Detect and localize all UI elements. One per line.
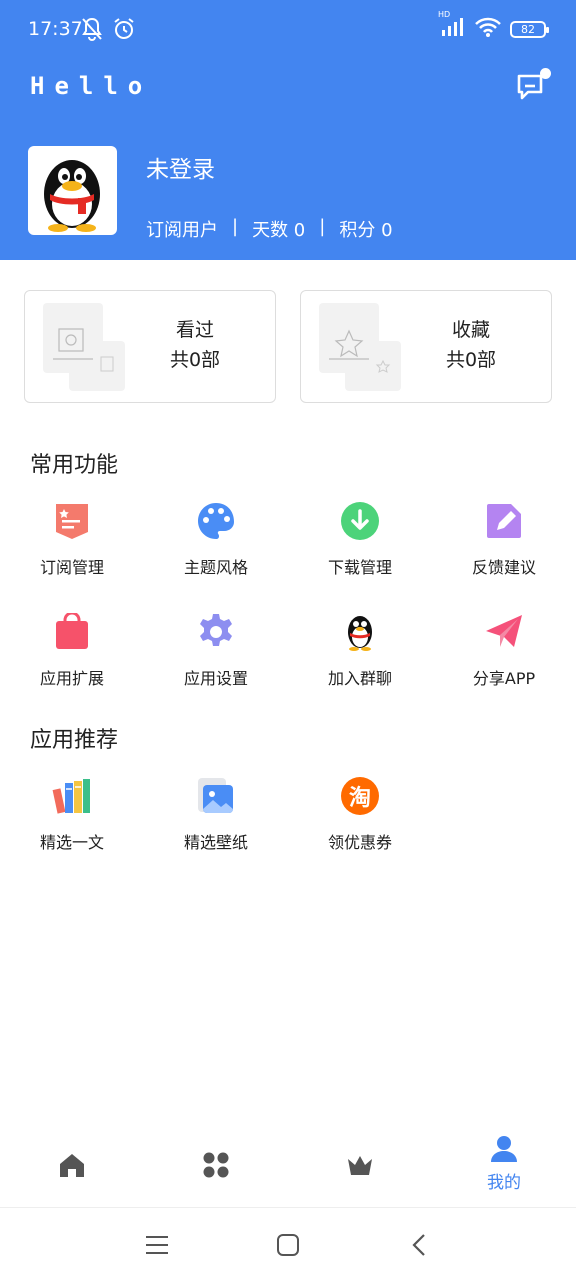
user-name[interactable]: 未登录 xyxy=(146,150,215,184)
card-title: 看过 xyxy=(175,319,214,341)
mute-icon xyxy=(80,16,104,46)
subscription-manage-button[interactable]: 订阅管理 xyxy=(22,500,122,578)
menu-button[interactable] xyxy=(142,1230,172,1260)
home-nav-button[interactable] xyxy=(273,1230,303,1260)
system-nav-bar xyxy=(0,1212,576,1280)
apps-grid-icon xyxy=(201,1150,231,1180)
featured-wallpaper-button[interactable]: 精选壁纸 xyxy=(166,775,266,853)
profile-header: 17:37 HD 82 Hello 未登录 订阅用户 | 天数 0 | 积分 0 xyxy=(0,0,576,260)
taobao-icon: 淘 xyxy=(339,775,381,817)
user-icon xyxy=(489,1134,519,1164)
grid-label: 领优惠券 xyxy=(327,833,392,852)
notification-dot xyxy=(540,68,551,79)
menu-icon xyxy=(146,1236,168,1254)
grid-label: 应用扩展 xyxy=(39,669,104,688)
grid-label: 下载管理 xyxy=(327,558,392,577)
edit-icon xyxy=(483,500,525,542)
app-extension-button[interactable]: 应用扩展 xyxy=(22,611,122,689)
coupon-button[interactable]: 淘 领优惠券 xyxy=(310,775,410,853)
crown-icon xyxy=(345,1150,375,1180)
history-illustration xyxy=(43,303,125,391)
books-icon xyxy=(51,775,93,817)
subscription-label: 订阅用户 xyxy=(146,220,218,241)
taobao-badge: 淘 xyxy=(341,777,379,815)
alarm-icon xyxy=(112,16,136,46)
app-settings-button[interactable]: 应用设置 xyxy=(166,611,266,689)
card-count: 共0部 xyxy=(169,349,221,371)
grid-label: 反馈建议 xyxy=(471,558,536,577)
qq-penguin-icon xyxy=(339,611,381,653)
wifi-icon xyxy=(474,16,502,42)
feedback-button[interactable]: 反馈建议 xyxy=(454,500,554,578)
battery-icon: 82 xyxy=(510,20,549,38)
paper-plane-icon xyxy=(483,611,525,653)
grid-label: 分享APP xyxy=(472,669,536,688)
tab-vip[interactable] xyxy=(320,1128,400,1208)
status-time: 17:37 xyxy=(28,18,83,40)
grid-label: 订阅管理 xyxy=(39,558,104,577)
back-icon xyxy=(412,1234,425,1256)
grid-label: 精选壁纸 xyxy=(183,833,248,852)
download-icon xyxy=(339,500,381,542)
grid-label: 主题风格 xyxy=(183,558,248,577)
card-title: 收藏 xyxy=(451,319,490,341)
grid-label: 精选一文 xyxy=(39,833,104,852)
bottom-tab-bar: 我的 xyxy=(0,1128,576,1208)
separator: | xyxy=(232,216,239,237)
palette-icon xyxy=(195,500,237,542)
signal-icon: HD xyxy=(438,10,466,42)
home-icon xyxy=(57,1150,87,1180)
app-title: Hello xyxy=(30,72,153,100)
recommended-apps-title: 应用推荐 xyxy=(30,728,119,753)
home-square-icon xyxy=(277,1234,299,1256)
days-count: 天数 0 xyxy=(252,220,306,241)
network-badge: HD xyxy=(438,10,451,19)
card-count: 共0部 xyxy=(445,349,497,371)
gear-icon xyxy=(195,611,237,653)
favorites-card[interactable]: 收藏 共0部 xyxy=(300,290,552,403)
tab-mine[interactable]: 我的 xyxy=(464,1128,544,1208)
theme-style-button[interactable]: 主题风格 xyxy=(166,500,266,578)
favorite-illustration xyxy=(319,303,401,391)
tab-categories[interactable] xyxy=(176,1128,256,1208)
grid-label: 加入群聊 xyxy=(327,669,392,688)
back-button[interactable] xyxy=(404,1230,434,1260)
separator: | xyxy=(319,216,326,237)
tab-label: 我的 xyxy=(487,1173,521,1193)
download-manage-button[interactable]: 下载管理 xyxy=(310,500,410,578)
featured-article-button[interactable]: 精选一文 xyxy=(22,775,122,853)
avatar[interactable] xyxy=(28,146,117,235)
tab-home[interactable] xyxy=(32,1128,112,1208)
history-card[interactable]: 看过 共0部 xyxy=(24,290,276,403)
points-count: 积分 0 xyxy=(339,220,393,241)
wallpaper-icon xyxy=(195,775,237,817)
share-app-button[interactable]: 分享APP xyxy=(454,611,554,689)
message-button[interactable] xyxy=(516,68,552,104)
user-stats: 订阅用户 | 天数 0 | 积分 0 xyxy=(146,216,393,242)
qq-penguin-icon xyxy=(44,160,100,232)
status-bar: 17:37 HD 82 xyxy=(0,0,576,60)
shopping-bag-icon xyxy=(51,611,93,653)
join-group-button[interactable]: 加入群聊 xyxy=(310,611,410,689)
common-functions-title: 常用功能 xyxy=(30,453,119,478)
subscription-icon xyxy=(51,500,93,542)
grid-label: 应用设置 xyxy=(183,669,248,688)
